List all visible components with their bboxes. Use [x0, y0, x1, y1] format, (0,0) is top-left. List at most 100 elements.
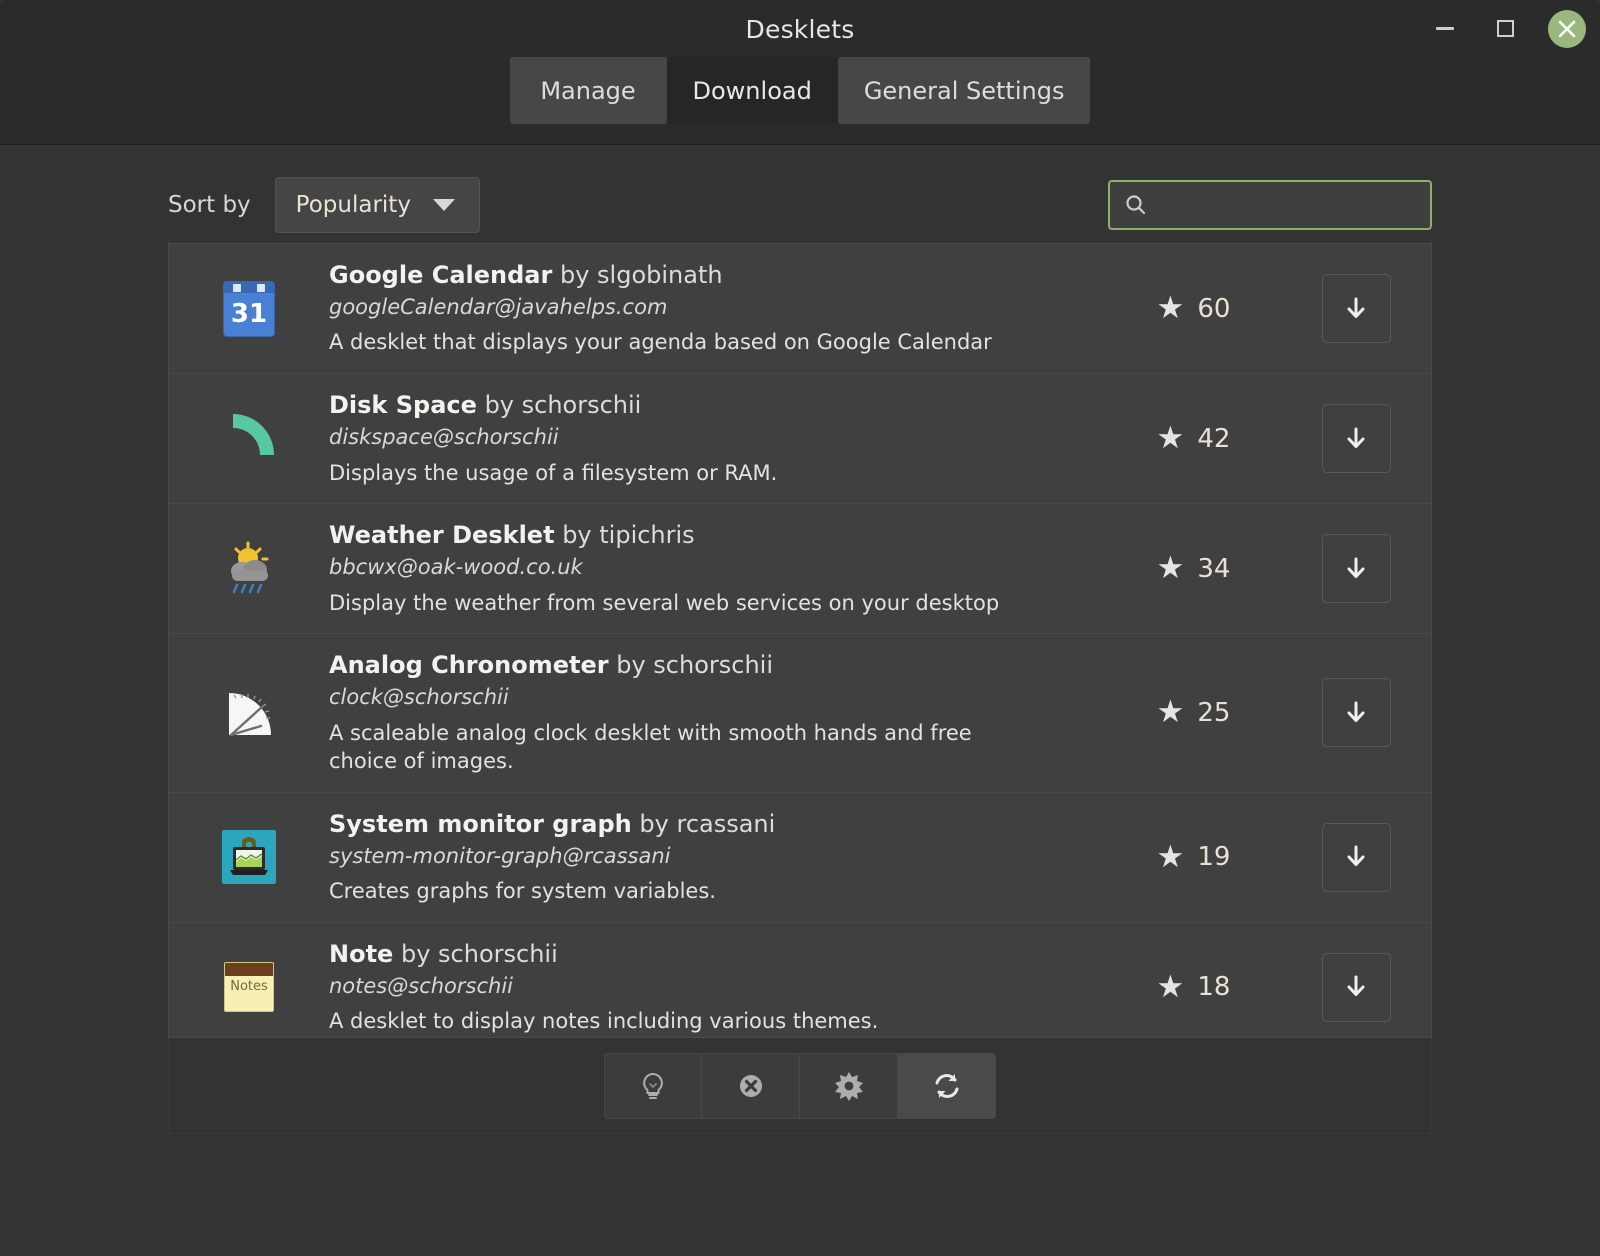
bottom-toolbar — [168, 1038, 1432, 1134]
row-icon — [169, 390, 329, 487]
download-button[interactable] — [1322, 404, 1391, 473]
download-button[interactable] — [1322, 274, 1391, 343]
refresh-icon — [931, 1070, 963, 1102]
row-icon — [169, 520, 329, 617]
sort-by-dropdown[interactable]: Popularity — [275, 177, 480, 233]
score-value: 34 — [1197, 554, 1230, 584]
row-details: Disk Space by schorschii diskspace@schor… — [329, 390, 1106, 487]
row-title: Disk Space by schorschii — [329, 390, 1086, 421]
desklet-name: System monitor graph — [329, 810, 632, 838]
desklet-uuid: system-monitor-graph@rcassani — [329, 843, 1086, 870]
window-title: Desklets — [0, 15, 1600, 44]
configure-button[interactable] — [800, 1053, 898, 1119]
desklet-author: by rcassani — [639, 810, 775, 838]
sort-by-value: Popularity — [296, 192, 411, 218]
row-action — [1281, 260, 1431, 357]
desklet-name: Disk Space — [329, 391, 477, 419]
notes-icon-label: Notes — [225, 979, 273, 994]
desklet-description: A scaleable analog clock desklet with sm… — [329, 719, 1039, 776]
score-value: 18 — [1197, 972, 1230, 1002]
remove-circle-icon — [736, 1071, 766, 1101]
score-value: 25 — [1197, 698, 1230, 728]
row-icon: 31 — [169, 260, 329, 357]
download-button[interactable] — [1322, 953, 1391, 1022]
row-icon — [169, 809, 329, 906]
desklet-name: Analog Chronometer — [329, 651, 609, 679]
desklet-author: by tipichris — [562, 521, 695, 549]
notes-icon: Notes — [224, 962, 274, 1012]
desklet-name: Google Calendar — [329, 261, 552, 289]
desklet-author: by schorschii — [401, 940, 558, 968]
rating: ★ 42 — [1106, 390, 1281, 487]
tab-download[interactable]: Download — [667, 57, 838, 124]
lightbulb-icon — [638, 1071, 668, 1101]
search-input[interactable] — [1172, 193, 1440, 217]
controls-row: Sort by Popularity — [168, 145, 1432, 243]
table-row[interactable]: Weather Desklet by tipichris bbcwx@oak-w… — [169, 504, 1431, 634]
titlebar: Desklets — [0, 0, 1600, 57]
analog-clock-icon — [221, 685, 277, 741]
desklet-uuid: diskspace@schorschii — [329, 424, 1086, 451]
row-details: System monitor graph by rcassani system-… — [329, 809, 1106, 906]
download-button[interactable] — [1322, 534, 1391, 603]
desklet-description: Displays the usage of a filesystem or RA… — [329, 459, 1039, 488]
row-action — [1281, 939, 1431, 1036]
table-row[interactable]: System monitor graph by rcassani system-… — [169, 793, 1431, 923]
table-row[interactable]: Notes Note by schorschii notes@schorschi… — [169, 923, 1431, 1038]
desklet-name: Note — [329, 940, 393, 968]
star-icon: ★ — [1157, 842, 1185, 873]
tab-bar: Manage Download General Settings — [0, 57, 1600, 145]
tab-general-settings[interactable]: General Settings — [838, 57, 1091, 124]
minimize-icon[interactable] — [1428, 12, 1462, 46]
row-details: Weather Desklet by tipichris bbcwx@oak-w… — [329, 520, 1106, 617]
rating: ★ 18 — [1106, 939, 1281, 1036]
table-row[interactable]: 31 Google Calendar by slgobinath googleC… — [169, 244, 1431, 374]
download-button[interactable] — [1322, 678, 1391, 747]
star-icon: ★ — [1157, 972, 1185, 1003]
tab-manage[interactable]: Manage — [510, 57, 667, 124]
row-title: Note by schorschii — [329, 939, 1086, 970]
desklets-window: Desklets Manage Download General Setting… — [0, 0, 1600, 1256]
search-icon — [1124, 193, 1148, 217]
window-controls — [1428, 0, 1586, 57]
row-action — [1281, 520, 1431, 617]
search-box[interactable] — [1108, 180, 1432, 230]
uninstall-button[interactable] — [702, 1053, 800, 1119]
rating: ★ 25 — [1106, 650, 1281, 776]
desklet-name: Weather Desklet — [329, 521, 555, 549]
row-details: Analog Chronometer by schorschii clock@s… — [329, 650, 1106, 776]
disk-space-icon — [221, 411, 277, 467]
close-icon[interactable] — [1548, 10, 1586, 48]
system-monitor-icon — [222, 830, 276, 884]
row-details: Note by schorschii notes@schorschii A de… — [329, 939, 1106, 1036]
row-icon — [169, 650, 329, 776]
desklet-description: A desklet to display notes including var… — [329, 1007, 1039, 1036]
refresh-button[interactable] — [898, 1053, 996, 1119]
desklet-description: A desklet that displays your agenda base… — [329, 328, 1039, 357]
more-info-button[interactable] — [604, 1053, 702, 1119]
star-icon: ★ — [1157, 293, 1185, 324]
row-action — [1281, 650, 1431, 776]
star-icon: ★ — [1157, 423, 1185, 454]
desklet-author: by slgobinath — [560, 261, 723, 289]
rating: ★ 19 — [1106, 809, 1281, 906]
download-button[interactable] — [1322, 823, 1391, 892]
desklet-uuid: notes@schorschii — [329, 973, 1086, 1000]
desklet-description: Display the weather from several web ser… — [329, 589, 1039, 618]
score-value: 60 — [1197, 294, 1230, 324]
chevron-down-icon — [433, 199, 455, 211]
desklet-list[interactable]: 31 Google Calendar by slgobinath googleC… — [168, 243, 1432, 1038]
row-action — [1281, 809, 1431, 906]
row-title: Google Calendar by slgobinath — [329, 260, 1086, 291]
main-content: Sort by Popularity — [0, 145, 1600, 1256]
gear-icon — [833, 1070, 865, 1102]
rating: ★ 34 — [1106, 520, 1281, 617]
table-row[interactable]: Disk Space by schorschii diskspace@schor… — [169, 374, 1431, 504]
table-row[interactable]: Analog Chronometer by schorschii clock@s… — [169, 634, 1431, 793]
desklet-description: Creates graphs for system variables. — [329, 877, 1039, 906]
row-icon: Notes — [169, 939, 329, 1036]
weather-icon — [220, 541, 278, 597]
maximize-icon[interactable] — [1488, 12, 1522, 46]
score-value: 19 — [1197, 842, 1230, 872]
row-title: System monitor graph by rcassani — [329, 809, 1086, 840]
